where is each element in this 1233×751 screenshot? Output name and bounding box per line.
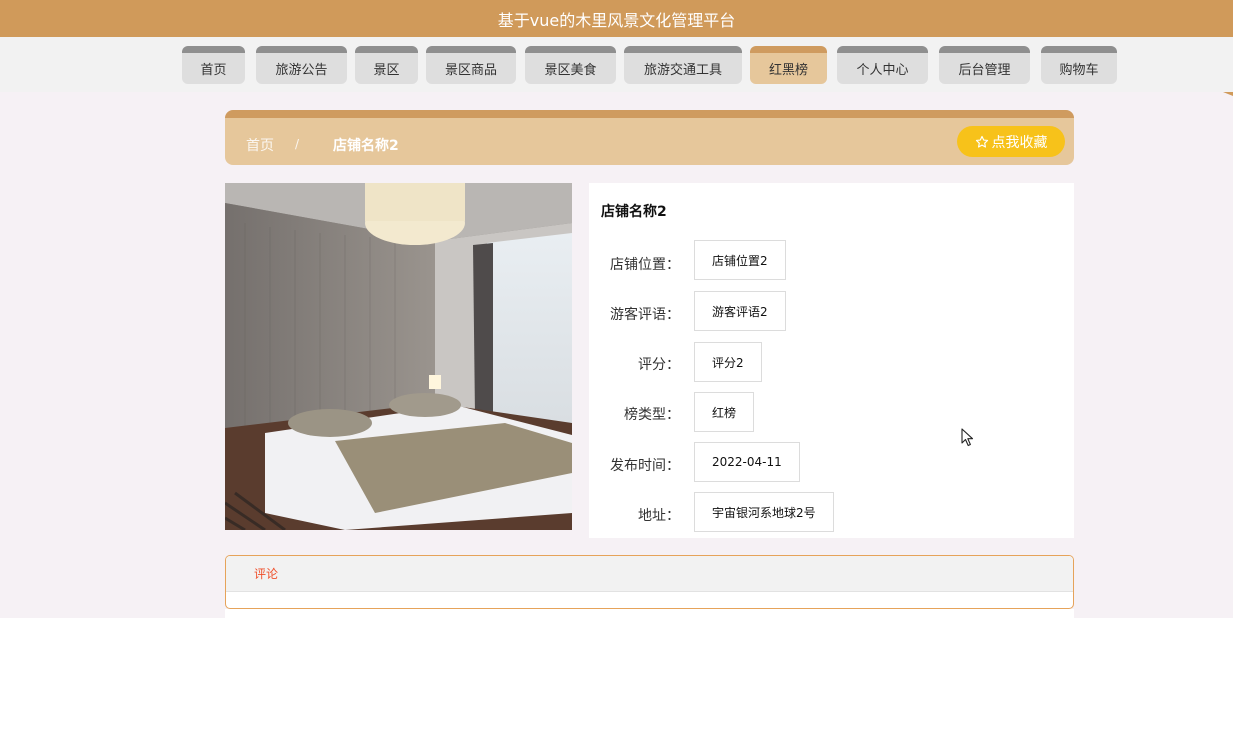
field-value-publish-time: 2022-04-11 [694,442,800,482]
mouse-pointer-icon [961,428,974,447]
nav-item-profile[interactable]: 个人中心 [837,46,928,84]
field-value-list-type: 红榜 [694,392,755,432]
field-value-address: 宇宙银河系地球2号 [694,492,834,532]
field-label-publish-time: 发布时间： [610,458,680,474]
nav-item-home[interactable]: 首页 [182,46,245,84]
field-label-location: 店铺位置： [610,257,680,273]
nav-item-products[interactable]: 景区商品 [426,46,516,84]
favorite-button[interactable]: 点我收藏 [957,126,1065,157]
nav-item-label: 后台管理 [958,63,1011,78]
nav-item-scenic-areas[interactable]: 景区 [355,46,418,84]
nav-item-label: 红黑榜 [768,63,808,78]
nav-item-cart[interactable]: 购物车 [1041,46,1117,84]
nav-item-label: 景区美食 [544,63,597,78]
nav-item-label: 景区 [373,63,400,78]
breadcrumb-home-link[interactable]: 首页 [246,135,274,155]
breadcrumb: 首页 / 店铺名称2 点我收藏 [225,110,1074,165]
nav-item-label: 购物车 [1059,63,1099,78]
nav-item-label: 首页 [200,63,227,78]
main-nav: 首页 旅游公告 景区 景区商品 景区美食 旅游交通工具 红黑榜 个人中心 后台管… [0,37,1233,92]
nav-item-admin[interactable]: 后台管理 [939,46,1030,84]
field-label-review: 游客评语： [610,307,680,323]
shop-photo [225,183,572,530]
field-label-rating: 评分： [638,357,680,373]
tab-comments[interactable]: 评论 [254,565,278,582]
comment-section-footer [225,609,1074,618]
nav-item-announcements[interactable]: 旅游公告 [256,46,347,84]
nav-item-transport[interactable]: 旅游交通工具 [624,46,742,84]
site-title-bar: 基于vue的木里风景文化管理平台 [0,0,1233,37]
detail-panel: 店铺名称2 店铺位置： 店铺位置2 游客评语： 游客评语2 评分： 评分2 榜类… [589,183,1074,538]
field-value-rating: 评分2 [694,342,762,382]
nav-item-label: 旅游交通工具 [643,63,722,78]
site-title: 基于vue的木里风景文化管理平台 [497,10,736,30]
comment-section: 评论 [225,555,1074,609]
star-outline-icon [975,135,988,148]
comment-tab-header: 评论 [226,556,1073,592]
breadcrumb-separator: / [295,137,300,151]
nav-item-food[interactable]: 景区美食 [525,46,616,84]
field-value-review: 游客评语2 [694,291,786,331]
hotel-room-image [225,183,572,530]
nav-item-label: 景区商品 [444,63,497,78]
nav-item-label: 旅游公告 [275,63,328,78]
nav-item-red-black-list[interactable]: 红黑榜 [750,46,827,84]
nav-item-label: 个人中心 [856,63,909,78]
field-label-address: 地址： [638,508,680,524]
field-value-location: 店铺位置2 [694,240,786,280]
favorite-button-label: 点我收藏 [991,134,1048,151]
shop-title: 店铺名称2 [601,204,667,220]
field-label-list-type: 榜类型： [624,407,680,423]
breadcrumb-current: 店铺名称2 [333,138,399,154]
